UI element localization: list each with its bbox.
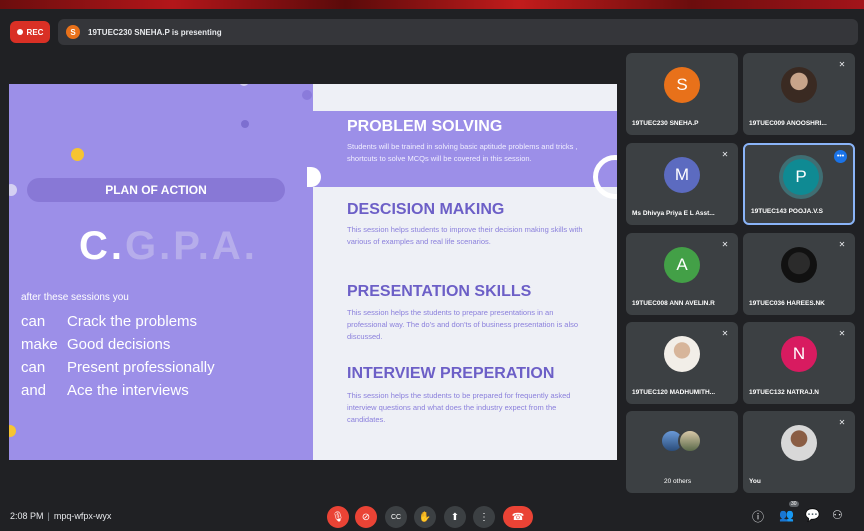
participant-tile[interactable]: ✕ 19TUEC009 ANOOSHRI...	[743, 53, 855, 135]
mic-muted-icon: ✕	[721, 240, 729, 249]
leave-call-button[interactable]: ☎	[503, 506, 533, 528]
activities-icon[interactable]: ⚇	[832, 508, 843, 522]
info-icon[interactable]: ⓘ	[752, 508, 764, 525]
participant-tile[interactable]: ✕ 19TUEC120 MADHUMITH...	[626, 322, 738, 404]
participant-name: 19TUEC008 ANN AVELIN.R	[632, 300, 715, 307]
section-desc: This session helps the students to be pr…	[347, 391, 571, 424]
record-dot-icon	[16, 29, 23, 35]
raise-hand-button[interactable]: ✋	[414, 506, 436, 528]
more-vert-icon: ⋮	[479, 511, 489, 523]
participant-name: 19TUEC143 POOJA.V.S	[751, 208, 824, 215]
more-options-button[interactable]: ⋮	[473, 506, 495, 528]
section-title: PRESENTATION SKILLS	[347, 283, 532, 300]
participant-name: Ms Dhivya Priya E L Asst...	[632, 210, 715, 217]
presentation-slide: PLAN OF ACTION C.G.P.A. after these sess…	[9, 84, 617, 460]
decor-circle	[302, 90, 312, 100]
top-decor-strip	[0, 0, 864, 9]
others-avatars	[660, 429, 704, 453]
recording-indicator: REC	[10, 21, 50, 43]
decor-ring	[593, 155, 617, 199]
hang-up-icon: ☎	[511, 511, 525, 523]
camera-off-icon: ⊘	[361, 511, 371, 523]
decor-circle	[241, 120, 249, 128]
mic-toggle-button[interactable]: 🎙	[327, 506, 349, 528]
speaking-indicator-icon: •••	[834, 150, 847, 163]
meeting-code[interactable]: mpq-wfpx-wyx	[54, 511, 112, 521]
meeting-info: 2:08 PM | mpq-wfpx-wyx	[10, 511, 112, 521]
outcome-line: and Ace the interviews	[21, 382, 189, 399]
avatar	[781, 425, 817, 461]
section-desc: This session helps students to improve t…	[347, 225, 583, 246]
mic-muted-icon: ✕	[838, 240, 846, 249]
outcome-line: make Good decisions	[21, 336, 171, 353]
participant-name: 19TUEC009 ANOOSHRI...	[749, 120, 827, 127]
camera-toggle-button[interactable]: ⊘	[355, 506, 377, 528]
after-sessions-text: after these sessions you	[21, 292, 129, 303]
captions-button[interactable]: CC	[385, 506, 407, 528]
hand-icon: ✋	[418, 511, 432, 523]
participant-name: 19TUEC036 HAREES.NK	[749, 300, 825, 307]
section-title: PROBLEM SOLVING	[347, 118, 503, 135]
plan-of-action-heading: PLAN OF ACTION	[27, 178, 285, 202]
avatar: M	[664, 157, 700, 193]
section-title: DESCISION MAKING	[347, 201, 505, 218]
decor-circle	[71, 148, 84, 161]
avatar: A	[664, 247, 700, 283]
chat-icon[interactable]: 💬	[805, 508, 820, 522]
presenting-banner[interactable]: S 19TUEC230 SNEHA.P is presenting	[58, 19, 858, 45]
participant-tile[interactable]: ✕ N 19TUEC132 NATRAJ.N	[743, 322, 855, 404]
bottom-control-bar: 2:08 PM | mpq-wfpx-wyx 🎙 ⊘ CC ✋ ⬆ ⋮ ☎ ⓘ 👥 …	[0, 499, 864, 531]
participant-name: You	[749, 478, 761, 485]
participant-tile-speaking[interactable]: ••• P 19TUEC143 POOJA.V.S	[743, 143, 855, 225]
presenting-text: 19TUEC230 SNEHA.P is presenting	[88, 27, 222, 37]
mic-muted-icon: ✕	[838, 418, 846, 427]
people-count-badge: 30	[789, 501, 799, 507]
avatar	[664, 336, 700, 372]
avatar	[781, 67, 817, 103]
avatar: N	[781, 336, 817, 372]
slide-left-panel: PLAN OF ACTION C.G.P.A. after these sess…	[9, 84, 313, 460]
captions-icon: CC	[390, 513, 402, 521]
section-desc: Students will be trained in solving basi…	[347, 142, 578, 163]
avatar: P	[783, 159, 819, 195]
others-tile[interactable]: 20 others	[626, 411, 738, 493]
decor-half-circle	[307, 167, 321, 187]
problem-solving-box: PROBLEM SOLVING Students will be trained…	[307, 111, 617, 199]
present-button[interactable]: ⬆	[444, 506, 466, 528]
participant-name: 19TUEC230 SNEHA.P	[632, 120, 699, 127]
decor-circle	[9, 425, 16, 437]
clock-time: 2:08 PM	[10, 511, 44, 521]
present-screen-icon: ⬆	[450, 511, 460, 523]
participant-name: 19TUEC132 NATRAJ.N	[749, 389, 819, 396]
outcome-line: can Present professionally	[21, 359, 215, 376]
avatar: S	[664, 67, 700, 103]
outcome-lines: can Crack the problems make Good decisions…	[21, 310, 215, 402]
participant-tile[interactable]: ✕ 19TUEC036 HAREES.NK	[743, 233, 855, 315]
mic-muted-icon: ✕	[721, 150, 729, 159]
mic-muted-icon: ✕	[838, 60, 846, 69]
rec-label: REC	[26, 27, 44, 37]
mic-muted-icon: ✕	[838, 329, 846, 338]
mic-off-icon: 🎙	[331, 511, 345, 523]
mic-muted-icon: ✕	[721, 329, 729, 338]
self-tile[interactable]: ✕ You	[743, 411, 855, 493]
decor-circle	[9, 184, 17, 196]
decor-circle	[239, 84, 249, 86]
others-count: 20 others	[664, 478, 692, 485]
section-title: INTERVIEW PREPERATION	[347, 365, 555, 382]
participant-name: 19TUEC120 MADHUMITH...	[632, 389, 716, 396]
slide-right-panel: PROBLEM SOLVING Students will be trained…	[307, 84, 617, 460]
section-desc: This session helps the students to prepa…	[347, 308, 579, 341]
cgpa-title: C.G.P.A.	[79, 224, 258, 268]
participant-tile[interactable]: ✕ A 19TUEC008 ANN AVELIN.R	[626, 233, 738, 315]
participant-tile[interactable]: S 19TUEC230 SNEHA.P	[626, 53, 738, 135]
outcome-line: can Crack the problems	[21, 313, 198, 330]
participant-tile[interactable]: ✕ M Ms Dhivya Priya E L Asst...	[626, 143, 738, 225]
avatar	[781, 247, 817, 283]
presenter-avatar: S	[66, 25, 80, 39]
people-icon[interactable]: 👥	[779, 508, 794, 522]
